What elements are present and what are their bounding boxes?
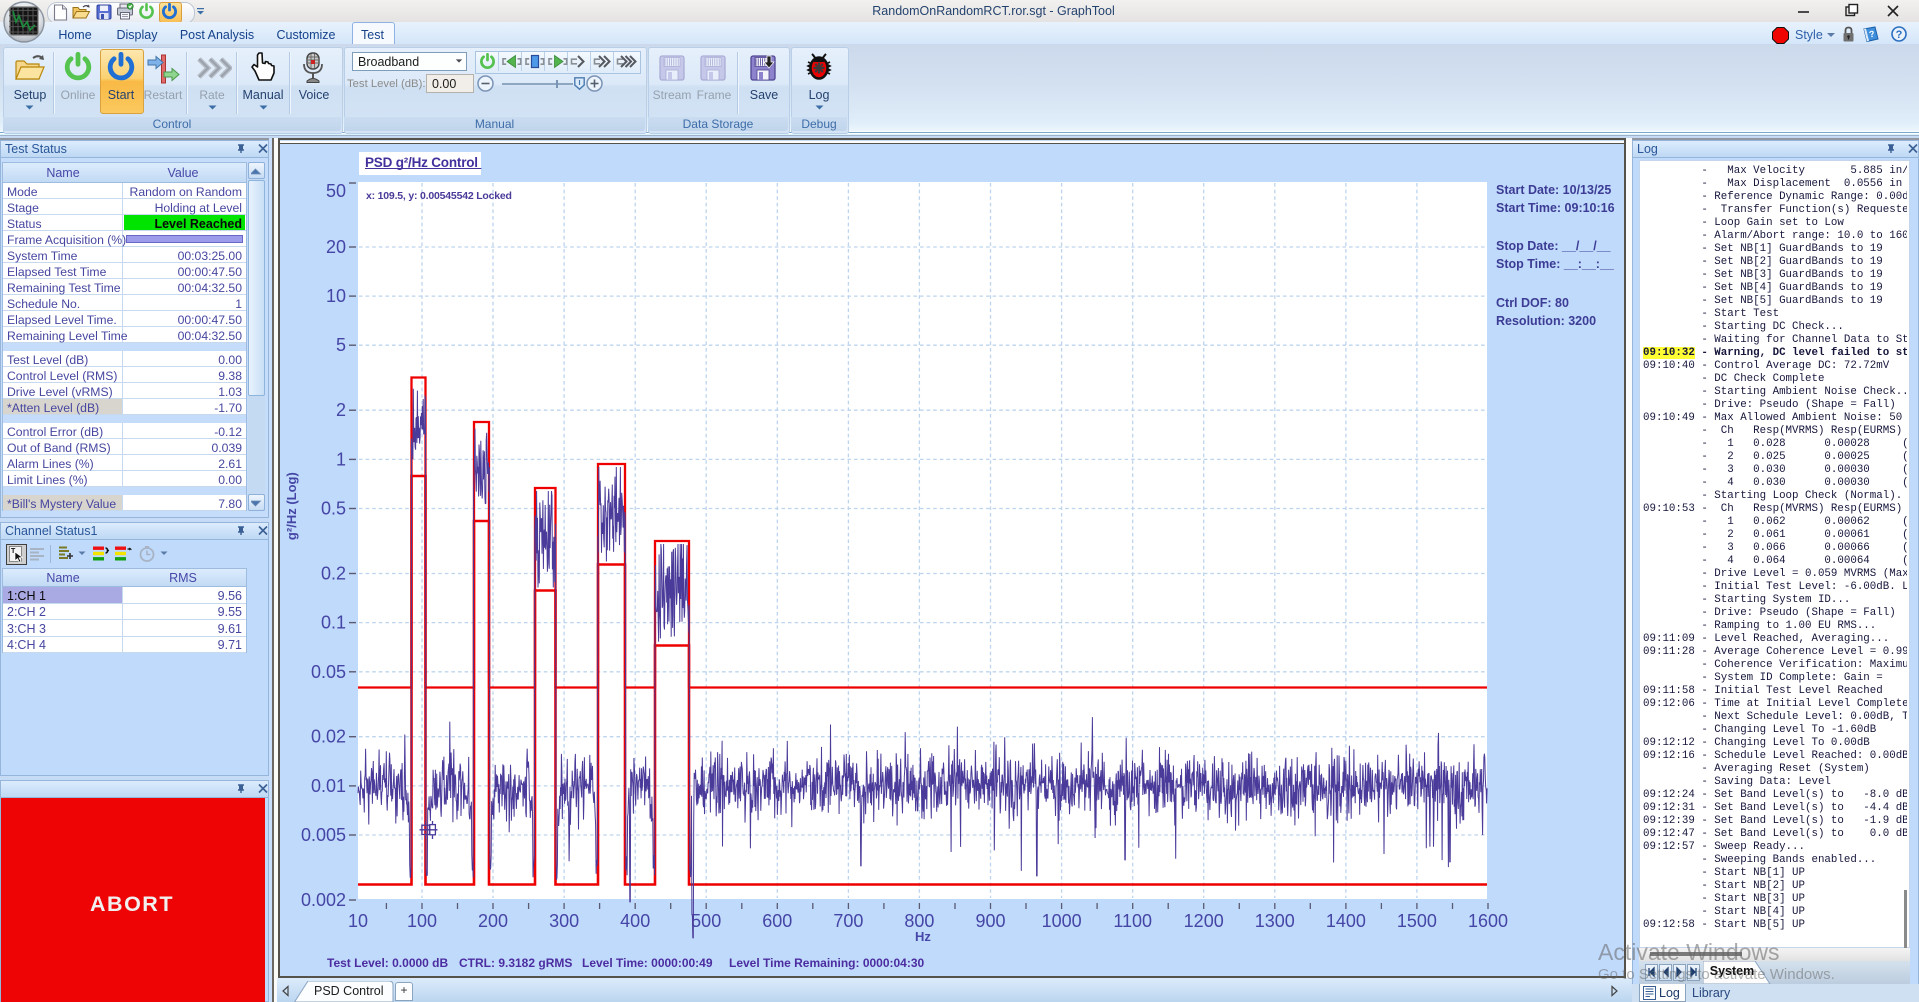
svg-text:10: 10: [348, 911, 368, 931]
svg-text:0.05: 0.05: [311, 662, 346, 682]
svg-text:1300: 1300: [1255, 911, 1295, 931]
svg-text:0.005: 0.005: [301, 825, 346, 845]
svg-text:2: 2: [336, 400, 346, 420]
svg-text:1: 1: [336, 449, 346, 469]
svg-text:0.002: 0.002: [301, 890, 346, 910]
svg-text:1000: 1000: [1042, 911, 1082, 931]
svg-text:300: 300: [549, 911, 579, 931]
svg-text:500: 500: [691, 911, 721, 931]
svg-text:Hz: Hz: [915, 929, 931, 944]
svg-text:0.01: 0.01: [311, 776, 346, 796]
svg-text:100: 100: [407, 911, 437, 931]
svg-text:1100: 1100: [1113, 911, 1152, 931]
svg-text:20: 20: [326, 237, 346, 257]
svg-text:0.2: 0.2: [321, 564, 346, 584]
svg-text:10: 10: [326, 286, 346, 306]
svg-text:0.02: 0.02: [311, 727, 346, 747]
svg-text:600: 600: [762, 911, 792, 931]
svg-text:1200: 1200: [1184, 911, 1224, 931]
svg-text:200: 200: [478, 911, 508, 931]
svg-text:1600: 1600: [1468, 911, 1508, 931]
svg-text:900: 900: [975, 911, 1005, 931]
svg-text:?: ?: [1896, 29, 1903, 41]
svg-text:1500: 1500: [1397, 911, 1437, 931]
svg-text:0.5: 0.5: [321, 499, 346, 519]
svg-text:1400: 1400: [1326, 911, 1366, 931]
svg-text:800: 800: [904, 911, 934, 931]
svg-text:700: 700: [833, 911, 863, 931]
svg-text:0.1: 0.1: [321, 613, 346, 633]
svg-text:5: 5: [336, 335, 346, 355]
svg-text:400: 400: [620, 911, 650, 931]
svg-text:50: 50: [326, 181, 346, 201]
